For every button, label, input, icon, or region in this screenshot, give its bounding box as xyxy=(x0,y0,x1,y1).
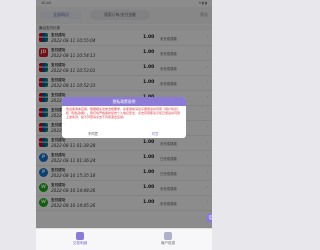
bottom-tab-bar: 交易明细 商户信息 xyxy=(36,228,212,250)
agree-button[interactable]: 同意 xyxy=(124,130,186,138)
privacy-dialog: 隐私政策说明 欢迎使用本应用，根据相关法律法规要求，在使用前请您仔细阅读并同意《… xyxy=(62,97,186,138)
dialog-buttons: 不同意 同意 xyxy=(62,130,186,138)
disagree-button[interactable]: 不同意 xyxy=(62,130,124,138)
chat-icon[interactable]: ☺ xyxy=(206,213,212,223)
dialog-title: 隐私政策说明 xyxy=(62,97,186,106)
store-icon xyxy=(164,232,172,240)
tab-transactions-label: 交易明细 xyxy=(72,241,88,245)
tab-transactions[interactable]: 交易明细 xyxy=(58,232,102,246)
app-screen: 10:44 ▾ ▮ ▮ 全部网点 搜索订单/支付金额 筛选 最近支付记录 Uni… xyxy=(36,0,212,250)
tab-merchant-label: 商户信息 xyxy=(160,241,176,245)
list-icon xyxy=(76,232,84,240)
tab-merchant-info[interactable]: 商户信息 xyxy=(146,232,190,246)
dialog-body: 欢迎使用本应用，根据相关法律法规要求，在使用前请您仔细阅读并同意《用户协议》和《… xyxy=(66,107,181,119)
